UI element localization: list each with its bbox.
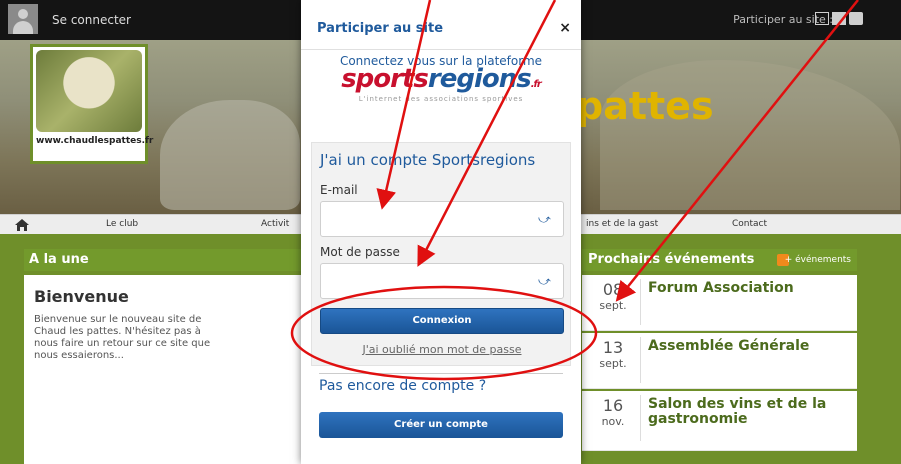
create-account-button[interactable]: Créer un compte: [319, 412, 563, 438]
nav-item-activities[interactable]: Activit: [261, 219, 289, 229]
modal-title: Participer au site: [317, 21, 444, 36]
forgot-password-link[interactable]: J'ai oublié mon mot de passe: [312, 343, 572, 356]
events-sidebar: Prochains événements + événements 08 sep…: [582, 249, 857, 464]
no-account-text: Pas encore de compte ?: [319, 378, 487, 394]
participate-icons: [815, 12, 863, 25]
event-date: 16 nov.: [601, 396, 625, 428]
modal-header: Participer au site ×: [301, 0, 581, 50]
event-title[interactable]: Forum Association: [648, 281, 848, 296]
divider: [319, 373, 563, 374]
autofill-key-icon[interactable]: ⤻: [538, 213, 552, 225]
event-title[interactable]: Assemblée Générale: [648, 339, 848, 354]
add-events-link[interactable]: + événements: [785, 255, 851, 265]
club-logo[interactable]: www.chaudlespattes.fr: [30, 44, 154, 164]
site-title: pattes: [576, 84, 714, 128]
nav-item-contact[interactable]: Contact: [732, 219, 767, 229]
event-item[interactable]: 08 sept. Forum Association: [582, 275, 857, 331]
event-item[interactable]: 16 nov. Salon des vins et de la gastrono…: [582, 391, 857, 451]
article-body: Bienvenue sur le nouveau site de Chaud l…: [34, 314, 211, 361]
email-field[interactable]: [320, 201, 564, 237]
video-icon[interactable]: [849, 12, 863, 25]
photo-icon[interactable]: [832, 12, 846, 25]
email-label: E-mail: [320, 183, 358, 197]
events-title: Prochains événements: [588, 252, 755, 267]
events-header: Prochains événements + événements: [582, 249, 857, 271]
panel-title: J'ai un compte Sportsregions: [320, 151, 536, 169]
brand-tagline: L'internet des associations sportives: [358, 95, 524, 103]
close-icon[interactable]: ×: [559, 20, 571, 36]
password-field[interactable]: [320, 263, 564, 299]
password-label: Mot de passe: [320, 245, 400, 259]
nav-item-salon[interactable]: ins et de la gast: [586, 219, 658, 229]
sportsregions-logo[interactable]: sportsregions.fr: [301, 64, 581, 94]
login-button[interactable]: Connexion: [320, 308, 564, 334]
club-logo-art: [36, 50, 142, 132]
event-date: 08 sept.: [599, 280, 627, 312]
user-avatar-icon[interactable]: [8, 4, 38, 34]
home-icon[interactable]: [14, 218, 30, 232]
login-panel: J'ai un compte Sportsregions E-mail ⤻ Mo…: [311, 142, 571, 366]
autofill-key-icon[interactable]: ⤻: [538, 275, 552, 287]
edit-icon[interactable]: [815, 12, 829, 25]
nav-item-club[interactable]: Le club: [106, 219, 138, 229]
event-item[interactable]: 13 sept. Assemblée Générale: [582, 333, 857, 389]
event-date: 13 sept.: [599, 338, 627, 370]
login-link[interactable]: Se connecter: [52, 13, 131, 27]
login-modal: Participer au site × Connectez vous sur …: [301, 0, 581, 464]
event-title[interactable]: Salon des vins et de la gastronomie: [648, 397, 848, 427]
club-logo-url: www.chaudlespattes.fr: [36, 136, 154, 146]
